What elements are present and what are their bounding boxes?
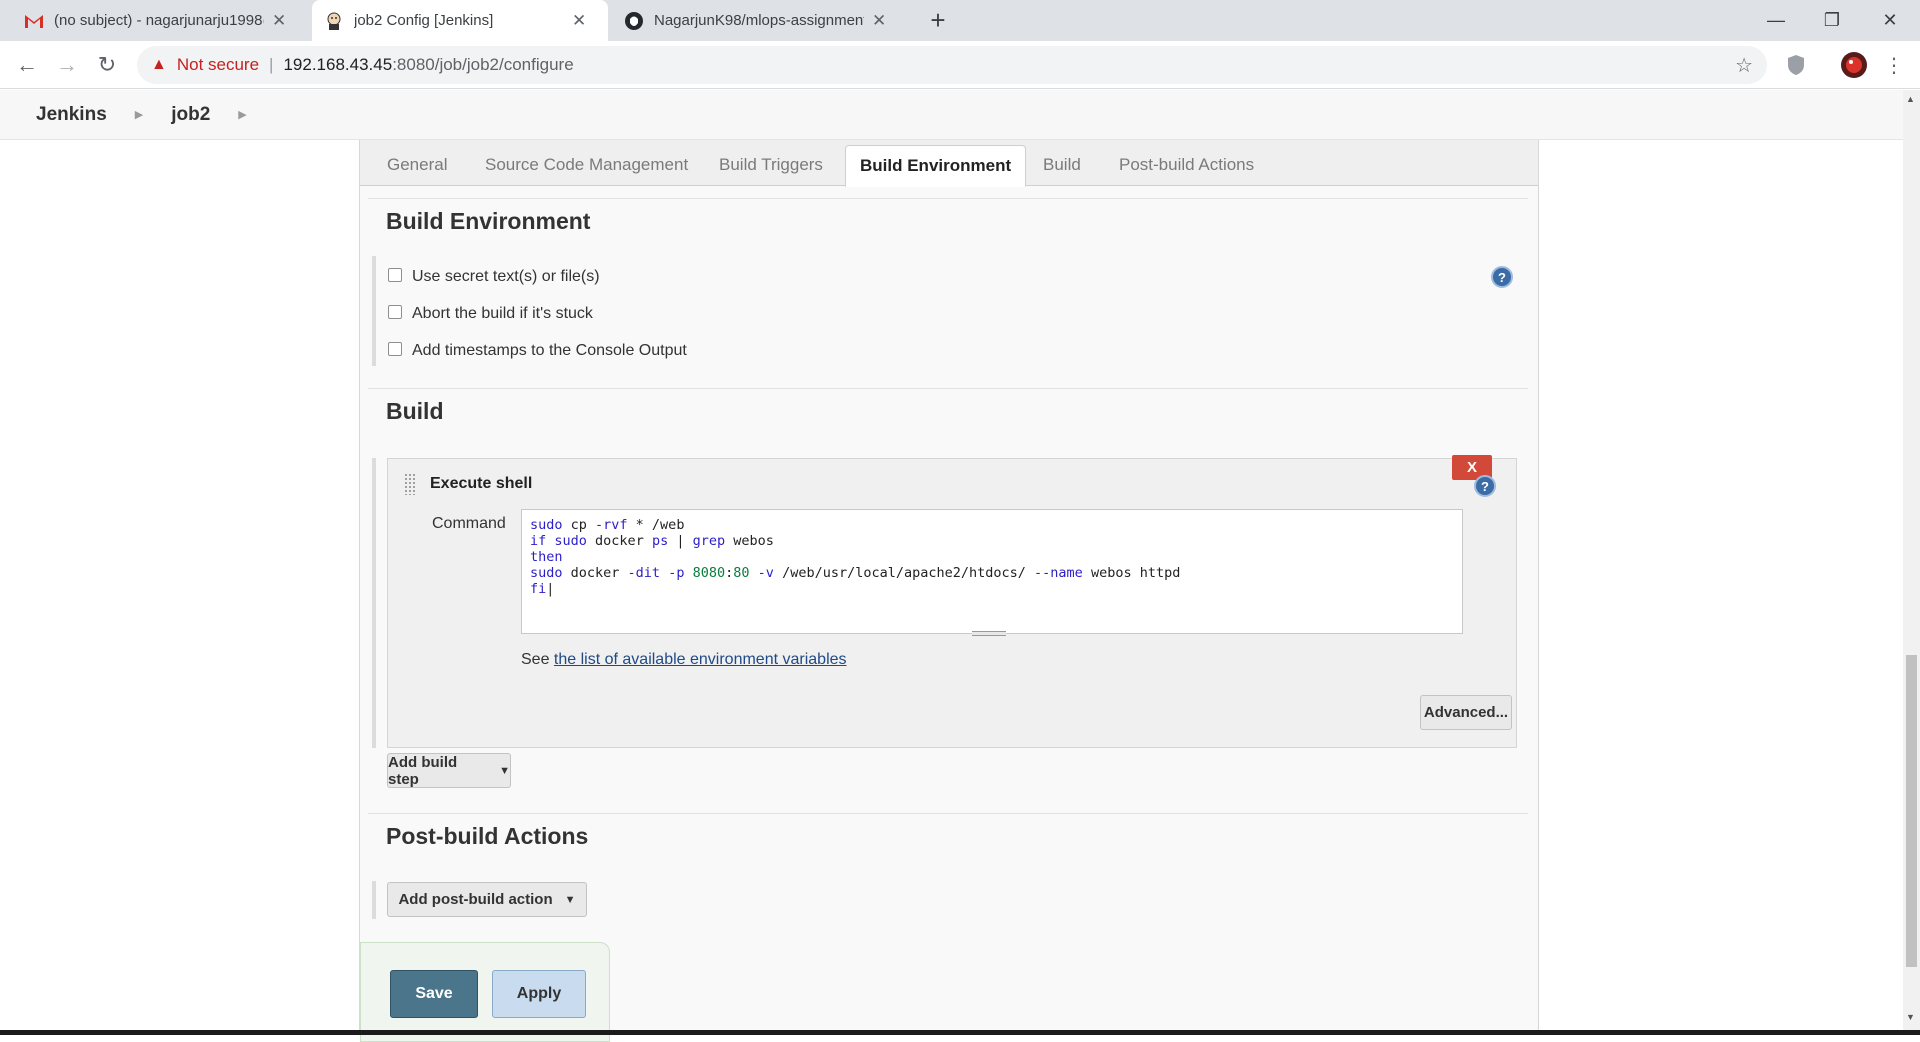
- dropdown-caret-icon: ▼: [499, 764, 510, 777]
- restore-icon[interactable]: ❐: [1804, 0, 1860, 41]
- close-tab-icon[interactable]: ✕: [872, 11, 886, 31]
- breadcrumb: Jenkins ▶ job2 ▶: [0, 90, 1903, 140]
- breadcrumb-jenkins[interactable]: Jenkins: [36, 104, 107, 126]
- close-tab-icon[interactable]: ✕: [272, 11, 286, 31]
- env-vars-hint: See the list of available environment va…: [521, 651, 847, 669]
- browser-toolbar: ← → ↻ ▲ Not secure | 192.168.43.45:8080/…: [0, 41, 1920, 89]
- profile-avatar[interactable]: [1840, 51, 1868, 84]
- execute-shell-step: Execute shell X ? Command sudo cp -rvf *…: [387, 455, 1517, 748]
- address-bar[interactable]: ▲ Not secure | 192.168.43.45:8080/job/jo…: [137, 46, 1767, 84]
- command-line: if sudo docker ps | grep webos: [530, 533, 774, 549]
- option-secret-text[interactable]: Use secret text(s) or file(s): [388, 268, 600, 286]
- config-tab-bar: General Source Code Management Build Tri…: [360, 140, 1538, 187]
- tab-general[interactable]: General: [387, 155, 447, 175]
- section-indent-bar: [372, 256, 376, 366]
- tab-title: job2 Config [Jenkins]: [354, 12, 494, 29]
- command-textarea[interactable]: sudo cp -rvf * /web if sudo docker ps | g…: [521, 509, 1463, 636]
- dropdown-caret-icon: ▼: [564, 893, 576, 906]
- checkbox-abort-stuck[interactable]: [388, 305, 402, 319]
- save-button[interactable]: Save: [390, 970, 478, 1018]
- help-icon[interactable]: ?: [1491, 266, 1513, 288]
- browser-tab-github[interactable]: NagarjunK98/mlops-assignment ✕: [612, 0, 912, 41]
- tab-title: NagarjunK98/mlops-assignment: [654, 12, 864, 29]
- browser-tab-jenkins[interactable]: job2 Config [Jenkins] ✕: [312, 0, 608, 41]
- command-label: Command: [432, 515, 506, 532]
- textarea-resize-handle[interactable]: [972, 631, 1006, 636]
- section-indent-bar: [372, 881, 376, 919]
- button-label: Add build step: [388, 753, 458, 788]
- tab-source-code-management[interactable]: Source Code Management: [485, 155, 688, 175]
- tab-title: (no subject) - nagarjunarju1998@: [54, 12, 264, 29]
- option-label: Use secret text(s) or file(s): [412, 268, 600, 285]
- add-build-step-button[interactable]: Add build step ▼: [387, 753, 511, 788]
- section-title-post-build: Post-build Actions: [386, 823, 589, 849]
- gmail-icon: [24, 11, 44, 31]
- new-tab-button[interactable]: +: [922, 5, 954, 36]
- taskbar-edge: [0, 1030, 1920, 1035]
- advanced-button[interactable]: Advanced...: [1420, 695, 1512, 730]
- tab-build[interactable]: Build: [1043, 155, 1081, 175]
- url-path: :8080/job/job2/configure: [392, 55, 574, 74]
- scroll-up-icon[interactable]: ▲: [1906, 94, 1915, 104]
- apply-button[interactable]: Apply: [492, 970, 586, 1018]
- bookmark-star-icon[interactable]: ☆: [1735, 53, 1753, 78]
- checkbox-secret-text[interactable]: [388, 268, 402, 282]
- section-title-build: Build: [386, 398, 444, 424]
- section-indent-bar: [372, 458, 376, 748]
- chevron-right-icon[interactable]: ▶: [135, 108, 143, 121]
- scroll-down-icon[interactable]: ▼: [1906, 1012, 1915, 1022]
- chevron-right-icon[interactable]: ▶: [238, 108, 246, 121]
- step-title: Execute shell: [430, 475, 533, 492]
- shield-extension-icon[interactable]: [1787, 54, 1805, 81]
- breadcrumb-job2[interactable]: job2: [171, 104, 210, 126]
- divider: [368, 198, 1528, 199]
- divider: |: [269, 55, 274, 74]
- browser-tab-gmail[interactable]: (no subject) - nagarjunarju1998@ ✕: [12, 0, 312, 41]
- close-tab-icon[interactable]: ✕: [572, 11, 586, 31]
- browser-tab-strip: (no subject) - nagarjunarju1998@ ✕ job2 …: [0, 0, 1920, 41]
- tab-post-build-actions[interactable]: Post-build Actions: [1119, 155, 1254, 175]
- command-line: sudo docker -dit -p 8080:80 -v /web/usr/…: [530, 565, 1181, 581]
- hint-prefix: See: [521, 651, 554, 668]
- forward-icon[interactable]: →: [51, 49, 83, 81]
- add-post-build-action-button[interactable]: Add post-build action ▼: [387, 882, 587, 917]
- drag-handle-icon[interactable]: [404, 473, 416, 495]
- minimize-icon[interactable]: —: [1748, 0, 1804, 41]
- job-config-panel: General Source Code Management Build Tri…: [359, 140, 1539, 1042]
- scrollbar-thumb[interactable]: [1906, 655, 1917, 967]
- divider: [368, 388, 1528, 389]
- back-icon[interactable]: ←: [11, 49, 43, 81]
- section-title-build-environment: Build Environment: [386, 208, 591, 234]
- env-vars-link[interactable]: the list of available environment variab…: [554, 651, 847, 668]
- save-panel: Save Apply: [360, 942, 610, 1042]
- tab-build-triggers[interactable]: Build Triggers: [719, 155, 823, 175]
- close-window-icon[interactable]: ✕: [1862, 0, 1918, 41]
- help-icon[interactable]: ?: [1474, 475, 1496, 497]
- button-label: Add post-build action: [398, 891, 553, 908]
- reload-icon[interactable]: ↻: [91, 49, 123, 81]
- option-label: Abort the build if it's stuck: [412, 305, 593, 322]
- tab-build-environment[interactable]: Build Environment: [845, 145, 1027, 187]
- page-scrollbar[interactable]: ▲ ▼: [1903, 90, 1920, 1030]
- command-line: fi|: [530, 581, 555, 597]
- divider: [368, 813, 1528, 814]
- option-label: Add timestamps to the Console Output: [412, 342, 687, 359]
- jenkins-icon: [324, 11, 344, 31]
- warning-icon: ▲: [151, 56, 167, 73]
- security-label[interactable]: Not secure: [177, 55, 259, 75]
- command-line: then: [530, 549, 563, 565]
- menu-kebab-icon[interactable]: ⋮: [1878, 49, 1910, 81]
- checkbox-timestamps[interactable]: [388, 342, 402, 356]
- github-icon: [624, 11, 644, 31]
- option-timestamps[interactable]: Add timestamps to the Console Output: [388, 342, 687, 360]
- url-host: 192.168.43.45: [283, 55, 393, 74]
- option-abort-stuck[interactable]: Abort the build if it's stuck: [388, 305, 593, 323]
- command-line: sudo cp -rvf * /web: [530, 517, 685, 533]
